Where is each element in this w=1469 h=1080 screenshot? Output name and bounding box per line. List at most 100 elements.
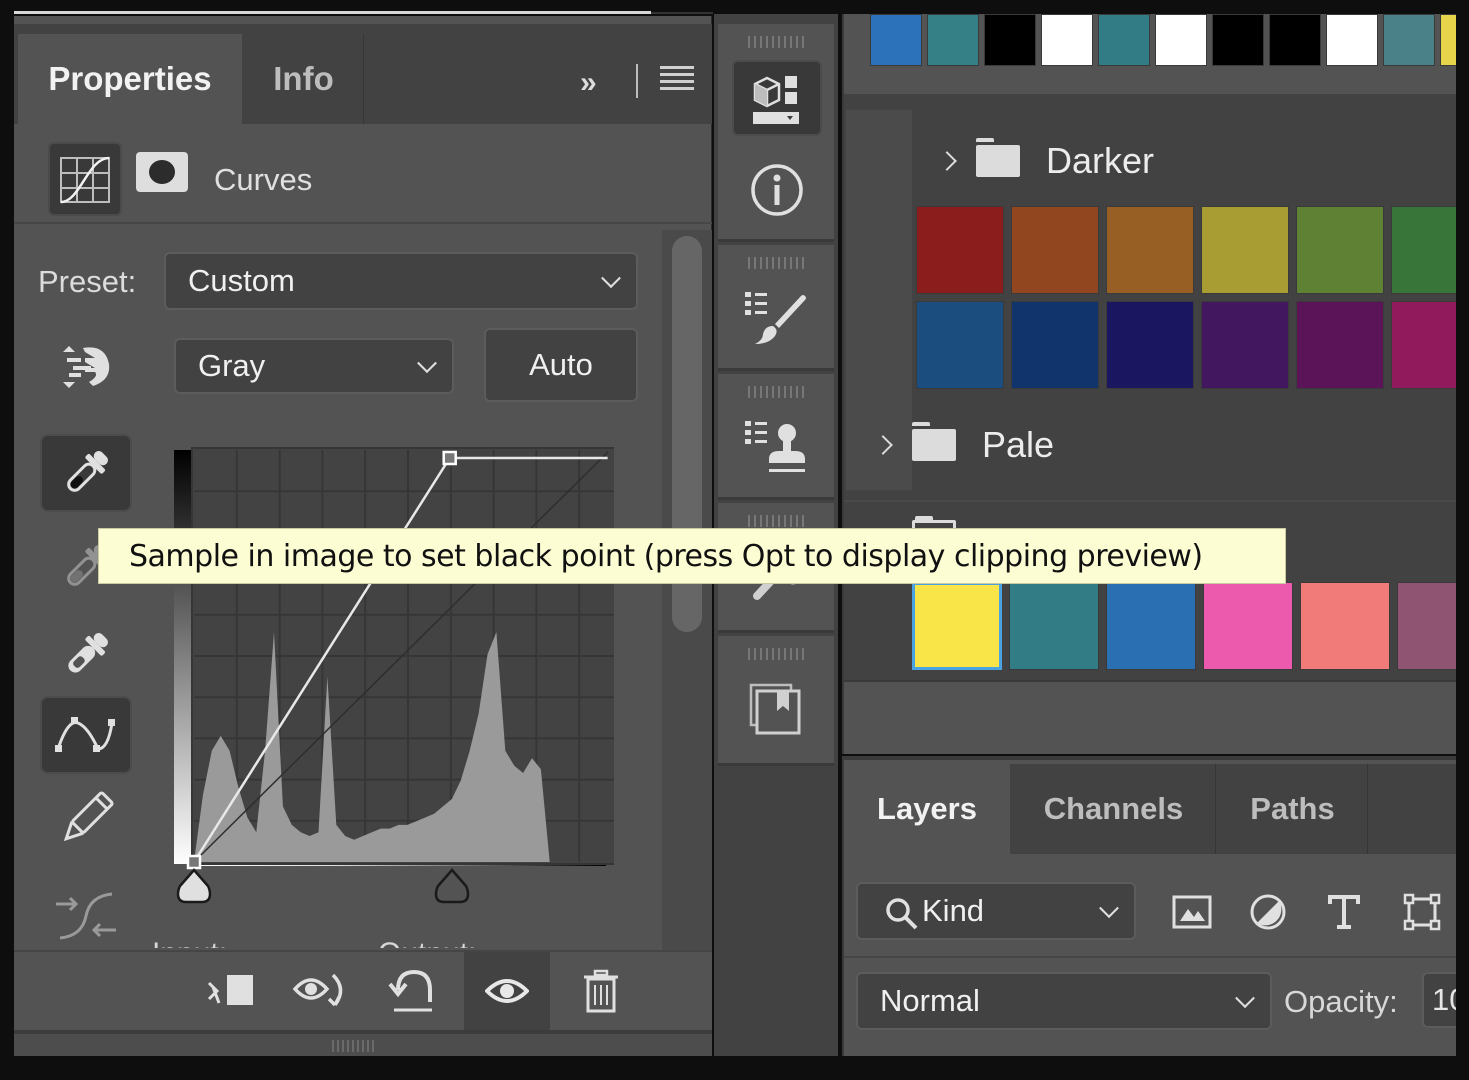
output-label: Output: [378,934,476,948]
smooth-curve-button[interactable] [40,878,132,956]
color-swatch[interactable] [1098,14,1150,66]
properties-footer [14,950,712,1030]
color-swatch[interactable] [984,14,1036,66]
color-swatch[interactable] [1201,206,1289,294]
view-previous-state-button[interactable] [280,952,366,1030]
color-swatch[interactable] [927,14,979,66]
panel-menu-icon[interactable] [660,66,694,92]
search-icon [886,898,918,930]
info-icon [751,164,803,216]
type-icon [1328,895,1360,929]
color-swatch[interactable] [1106,206,1194,294]
color-swatch[interactable] [1212,14,1264,66]
color-swatch[interactable] [1155,14,1207,66]
edit-points-curve-icon [55,717,115,752]
preset-value: Custom [188,263,295,298]
tab-channels[interactable]: Channels [1012,764,1216,854]
color-swatch[interactable] [870,14,922,66]
white-point-eyedropper-button[interactable] [40,616,132,694]
libraries-icon [749,683,801,735]
progress-strip-track [651,12,713,14]
reset-adjustment-button[interactable] [370,952,456,1030]
swatch-group-name: Darker [1046,140,1155,181]
color-swatch[interactable] [1011,206,1099,294]
color-swatch[interactable] [1296,301,1384,389]
tab-properties[interactable]: Properties [18,34,242,124]
color-swatch[interactable] [1041,14,1093,66]
swatch-group-darker[interactable]: Darker [937,138,1155,182]
on-image-adjust-tool[interactable] [40,328,132,406]
expand-panels-icon[interactable]: » [580,66,597,100]
dock-group-grip[interactable] [748,648,808,660]
type-layer-filter-button[interactable] [1322,890,1366,934]
color-swatch[interactable] [1269,14,1321,66]
color-swatch[interactable] [1201,301,1289,389]
dock-group-grip[interactable] [748,257,808,269]
white-point-slider-handle[interactable] [432,868,472,909]
screen-edge [1456,0,1469,1080]
filter-kind-value: Kind [922,893,985,928]
curves-graph[interactable] [174,434,614,872]
color-swatch[interactable] [1106,301,1194,389]
swatches-panel: Darker Pale RISO [842,14,1469,754]
auto-button[interactable]: Auto [484,328,638,402]
dock-button-info[interactable] [732,152,822,228]
blend-mode-dropdown[interactable]: Normal [856,972,1272,1030]
folder-icon [912,422,956,461]
color-swatch[interactable] [916,301,1004,389]
panel-resize-bar[interactable] [14,1030,712,1056]
preset-dropdown[interactable]: Custom [164,252,638,310]
resize-grip[interactable] [332,1040,376,1052]
color-swatch[interactable] [1009,582,1099,670]
dock-group [718,245,834,371]
tab-info[interactable]: Info [244,34,364,124]
layers-panel: Layers Channels Paths Kind Normal Opacit… [842,756,1469,1056]
dock-group-grip[interactable] [748,36,808,48]
tab-paths[interactable]: Paths [1218,764,1368,854]
brush-settings-icon [745,292,806,344]
filter-kind-dropdown[interactable]: Kind [856,882,1136,940]
swatch-group-pale[interactable]: Pale [873,422,1054,466]
eye-icon [485,979,529,1003]
chevron-down-icon [601,268,621,289]
chevron-right-icon[interactable] [873,435,893,455]
dock-group [718,24,834,242]
sample-black-point-eyedropper-icon [67,451,108,492]
chevron-right-icon[interactable] [937,151,957,171]
pencil-draw-button[interactable] [40,780,132,858]
channel-dropdown[interactable]: Gray [174,338,454,394]
dock-group-grip[interactable] [748,386,808,398]
dock-button-3d-materials[interactable] [732,60,822,136]
color-swatch[interactable] [1383,14,1435,66]
pixel-layer-filter-button[interactable] [1170,890,1214,934]
color-swatch[interactable] [1203,582,1293,670]
adjustment-layer-filter-button[interactable] [1246,890,1290,934]
delete-adjustment-button[interactable] [558,952,644,1030]
color-swatch[interactable] [916,206,1004,294]
black-point-slider-handle[interactable] [174,868,214,909]
curves-icon[interactable] [48,142,122,216]
tab-layers[interactable]: Layers [844,764,1010,854]
blend-mode-value: Normal [880,983,980,1018]
shape-layer-filter-button[interactable] [1400,890,1444,934]
color-swatch[interactable] [1326,14,1378,66]
color-swatch[interactable] [912,582,1002,670]
dock-group-grip[interactable] [748,515,808,527]
dock-button-clone-source[interactable] [732,410,822,486]
clip-to-layer-button[interactable] [190,952,276,1030]
color-swatch[interactable] [1106,582,1196,670]
curve-point-white[interactable] [442,450,457,466]
layer-mask-icon[interactable] [136,152,188,192]
color-swatch[interactable] [1296,206,1384,294]
opacity-label: Opacity: [1284,984,1398,1019]
curve-point-black[interactable] [186,854,202,870]
toggle-visibility-button[interactable] [464,952,550,1030]
edit-points-button[interactable] [40,696,132,774]
color-swatch[interactable] [1011,301,1099,389]
dock-button-libraries[interactable] [732,672,822,748]
dock-button-brush-settings[interactable] [732,281,822,357]
properties-tab-bar: Properties Info » [14,24,712,124]
black-point-eyedropper-button[interactable] [40,434,132,512]
color-swatch[interactable] [1300,582,1390,670]
chevron-down-icon [1235,988,1255,1009]
